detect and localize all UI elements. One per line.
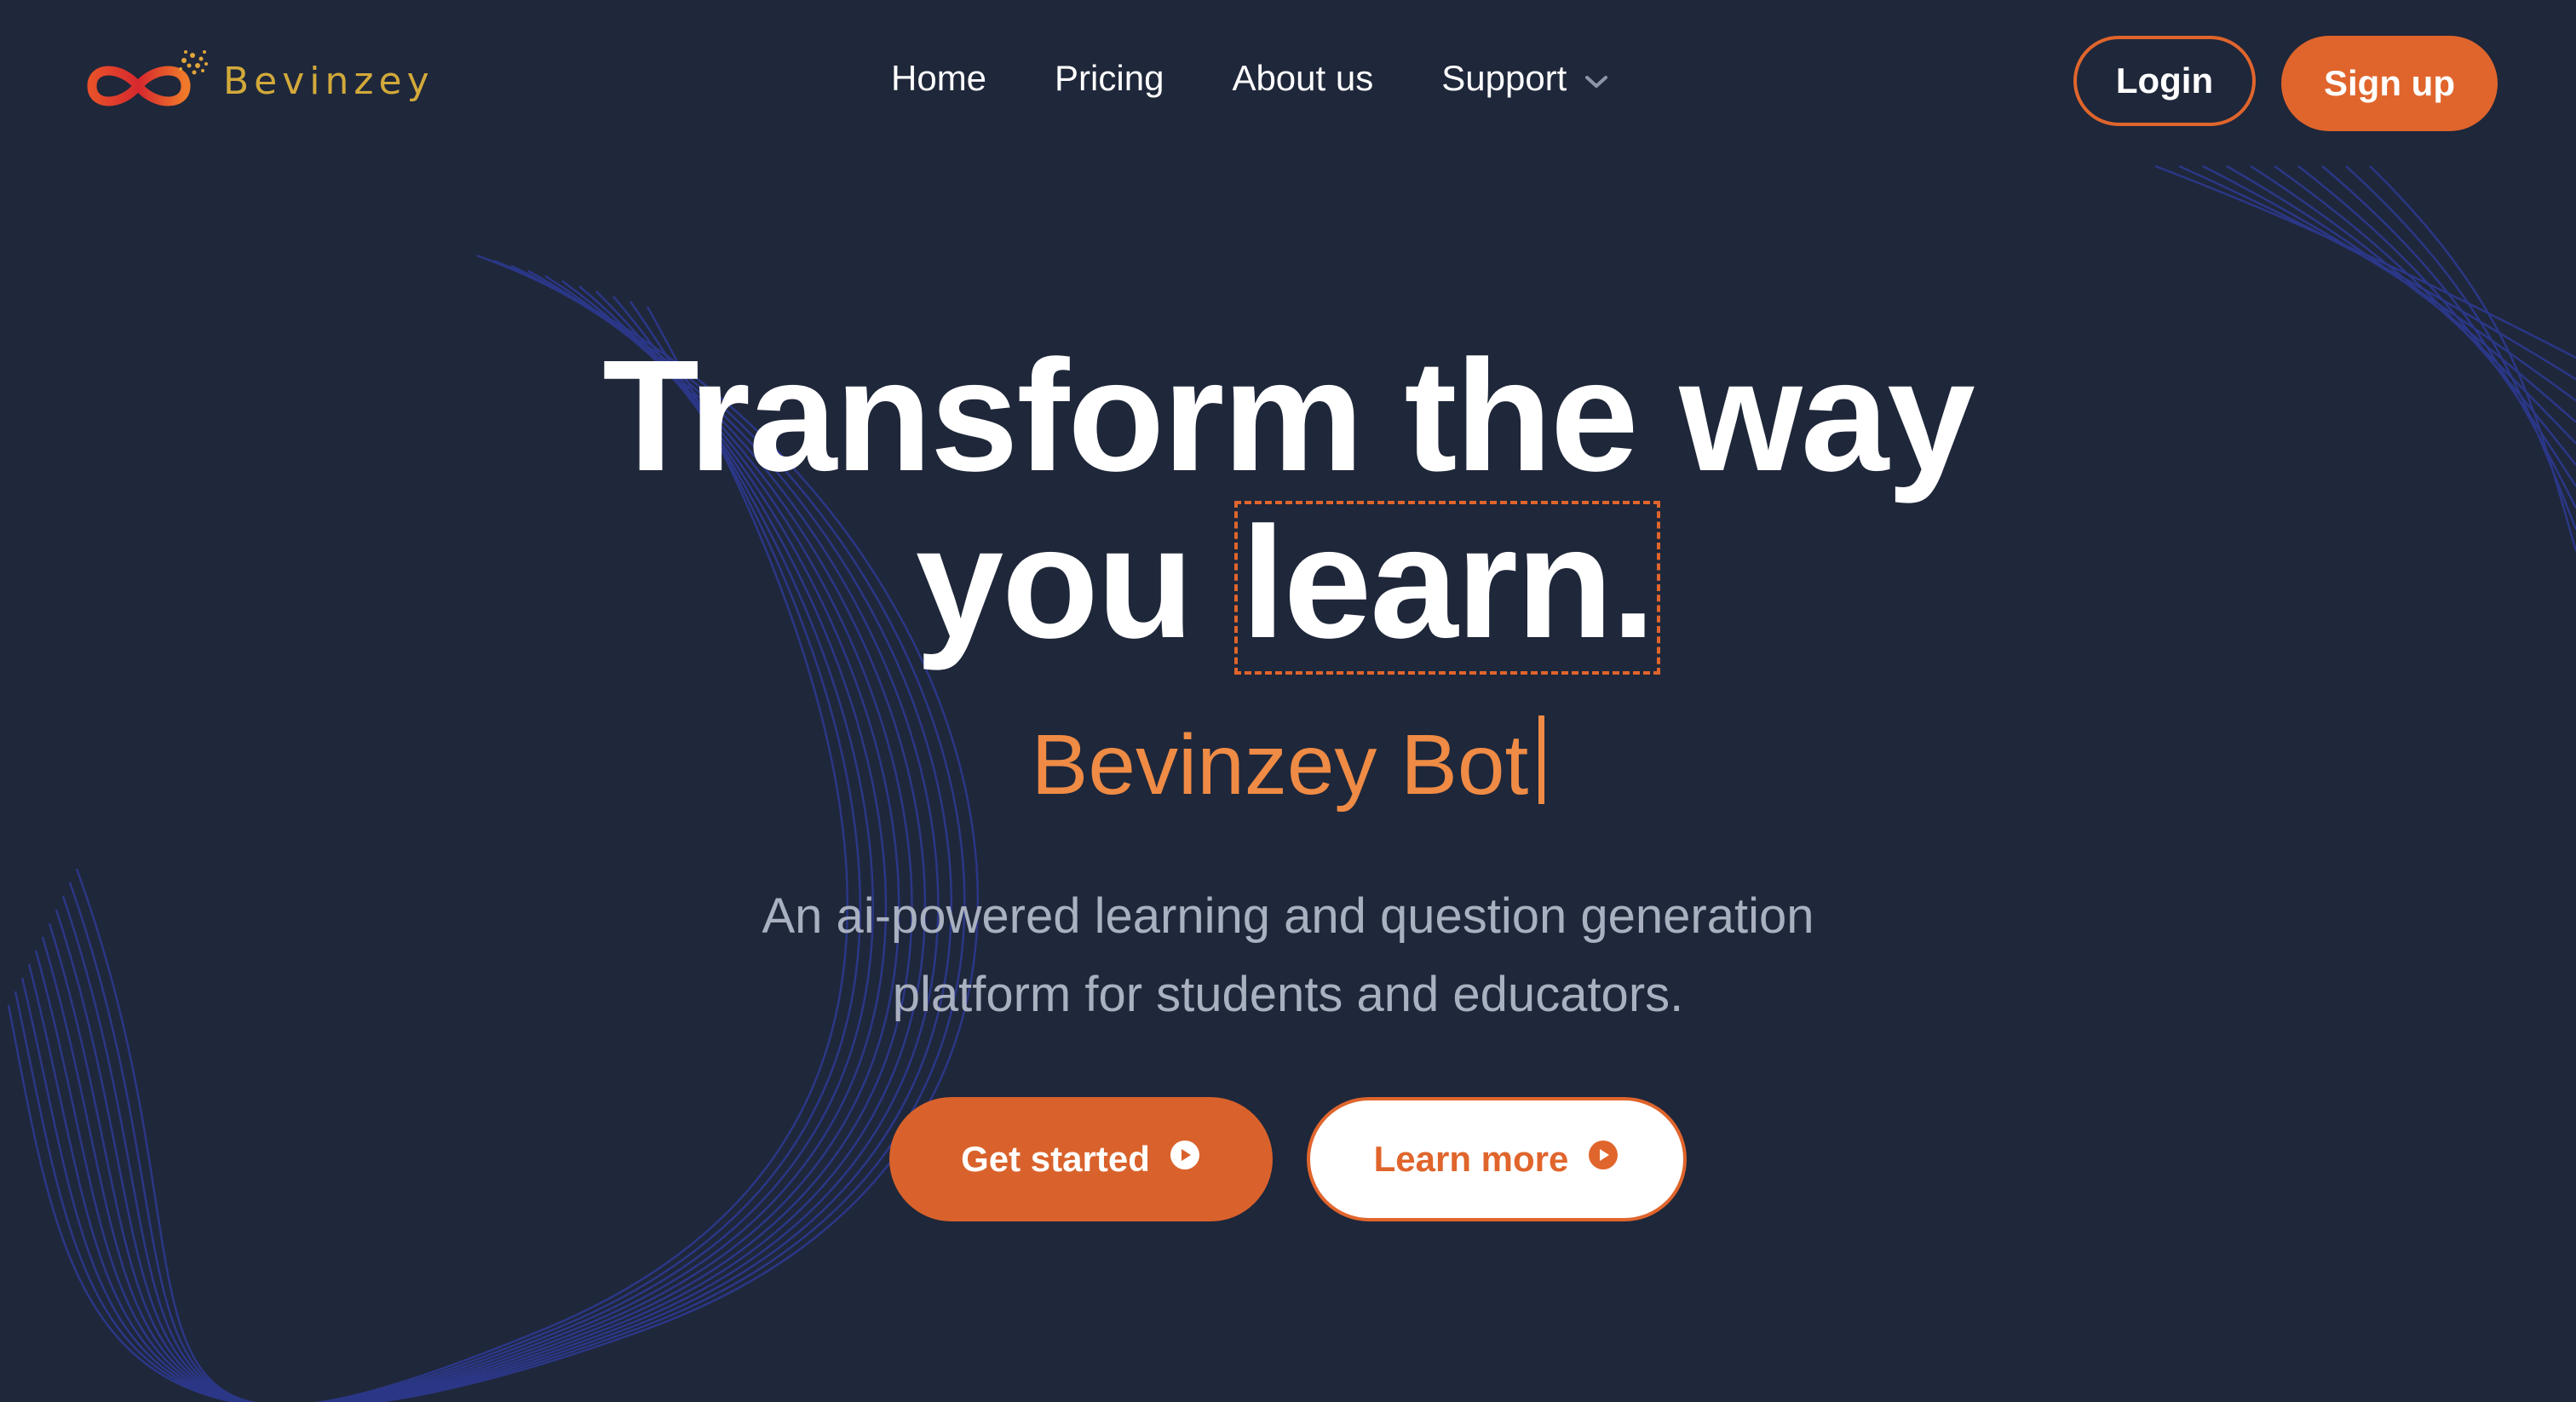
hero-description: An ai-powered learning and question gene… bbox=[0, 877, 2576, 1034]
chevron-down-icon bbox=[1584, 58, 1609, 99]
login-label: Login bbox=[2115, 60, 2214, 101]
play-circle-icon bbox=[1587, 1139, 1619, 1180]
hero-highlight-word: learn. bbox=[1234, 501, 1661, 675]
nav-item-home[interactable]: Home bbox=[891, 58, 986, 99]
nav-item-pricing[interactable]: Pricing bbox=[1055, 58, 1164, 99]
nav-item-label: Support bbox=[1441, 58, 1567, 98]
learn-more-label: Learn more bbox=[1373, 1139, 1569, 1179]
signup-label: Sign up bbox=[2324, 63, 2455, 103]
nav-item-label: About us bbox=[1232, 58, 1374, 98]
get-started-button[interactable]: Get started bbox=[889, 1097, 1273, 1221]
hero-description-line1: An ai-powered learning and question gene… bbox=[762, 888, 1814, 944]
infinity-logo-icon bbox=[85, 47, 213, 115]
hero-title-prefix: you bbox=[915, 495, 1194, 671]
nav-item-support[interactable]: Support bbox=[1441, 58, 1609, 99]
hero-title-line1: Transform the way bbox=[602, 328, 1975, 504]
brand-logo[interactable]: Bevinzey bbox=[85, 43, 434, 119]
hero-description-line2: platform for students and educators. bbox=[892, 967, 1684, 1022]
main-nav: Home Pricing About us Support bbox=[891, 58, 1609, 99]
nav-item-label: Pricing bbox=[1055, 58, 1164, 98]
login-button[interactable]: Login bbox=[2073, 36, 2256, 126]
typed-text-value: Bevinzey Bot bbox=[1031, 717, 1529, 813]
nav-item-label: Home bbox=[891, 58, 987, 98]
typed-text: Bevinzey Bot bbox=[0, 715, 2576, 814]
play-circle-icon bbox=[1169, 1139, 1201, 1180]
hero-title-line2: you learn. bbox=[0, 501, 2576, 675]
brand-name: Bevinzey bbox=[223, 59, 434, 103]
nav-item-about-us[interactable]: About us bbox=[1232, 58, 1373, 99]
background-waves bbox=[7, 164, 2576, 1402]
learn-more-button[interactable]: Learn more bbox=[1307, 1097, 1687, 1221]
get-started-label: Get started bbox=[961, 1139, 1150, 1179]
signup-button[interactable]: Sign up bbox=[2281, 36, 2498, 131]
typing-caret bbox=[1538, 715, 1545, 804]
